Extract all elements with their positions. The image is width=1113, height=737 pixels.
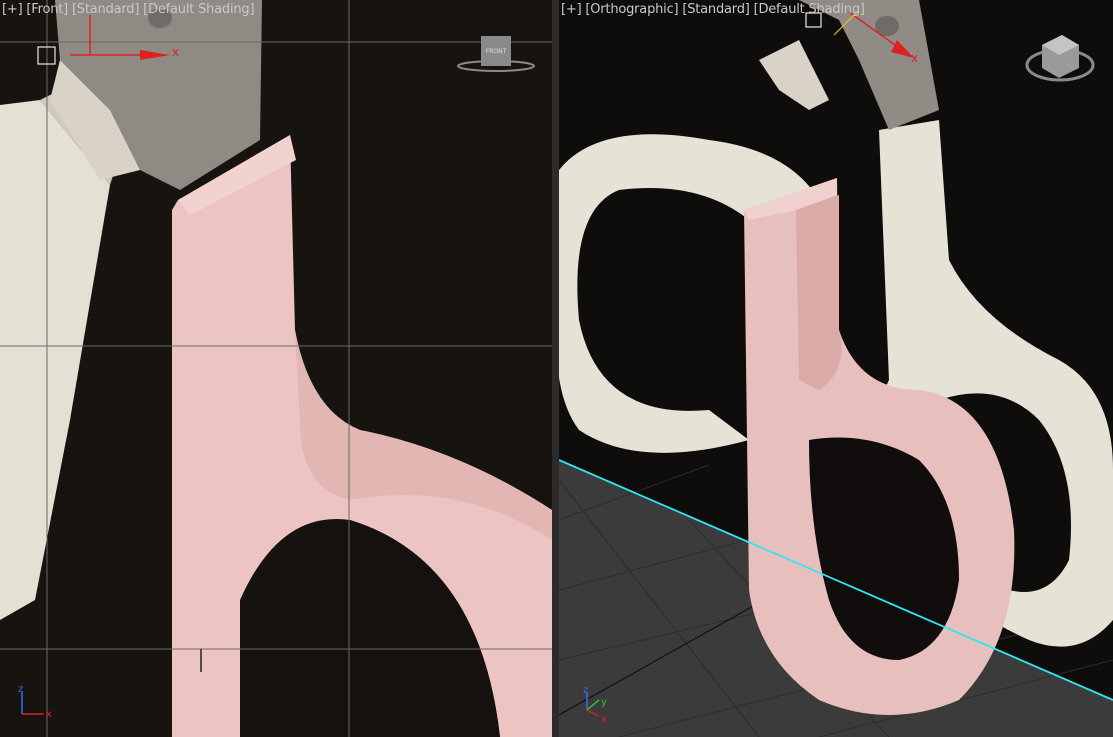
tripod-z-label: z (583, 685, 588, 696)
orthographic-viewport[interactable]: x z y x [+] [Orthographic] [Standard] [D… (559, 0, 1113, 737)
front-viewport-label-bar: [+] [Front] [Standard] [Default Shading] (2, 2, 255, 17)
render-mode-button[interactable]: [Standard] (682, 2, 749, 17)
viewport-menu-button[interactable]: [+] (2, 2, 23, 17)
shading-mode-button[interactable]: [Default Shading] (754, 2, 865, 17)
gizmo-x-label: x (172, 45, 179, 59)
tripod-x-label: x (601, 714, 607, 725)
view-name-button[interactable]: [Front] (26, 2, 68, 17)
orthographic-viewport-scene: x z y x (559, 0, 1113, 737)
viewport-menu-button[interactable]: [+] (561, 2, 582, 17)
front-viewport[interactable]: x FRONT z x [+] [Front] [Standard] [Defa… (0, 0, 552, 737)
tripod-y-label: y (601, 697, 607, 708)
viewcube-face-label: FRONT (486, 48, 507, 55)
gizmo-x-label: x (911, 51, 918, 65)
render-mode-button[interactable]: [Standard] (72, 2, 139, 17)
viewport-divider[interactable] (552, 0, 559, 737)
front-viewport-scene: x FRONT z x (0, 0, 552, 737)
tripod-z-label: z (18, 684, 23, 695)
view-name-button[interactable]: [Orthographic] (585, 2, 678, 17)
tripod-x-label: x (46, 709, 52, 720)
shading-mode-button[interactable]: [Default Shading] (143, 2, 254, 17)
orthographic-viewport-label-bar: [+] [Orthographic] [Standard] [Default S… (561, 2, 865, 17)
